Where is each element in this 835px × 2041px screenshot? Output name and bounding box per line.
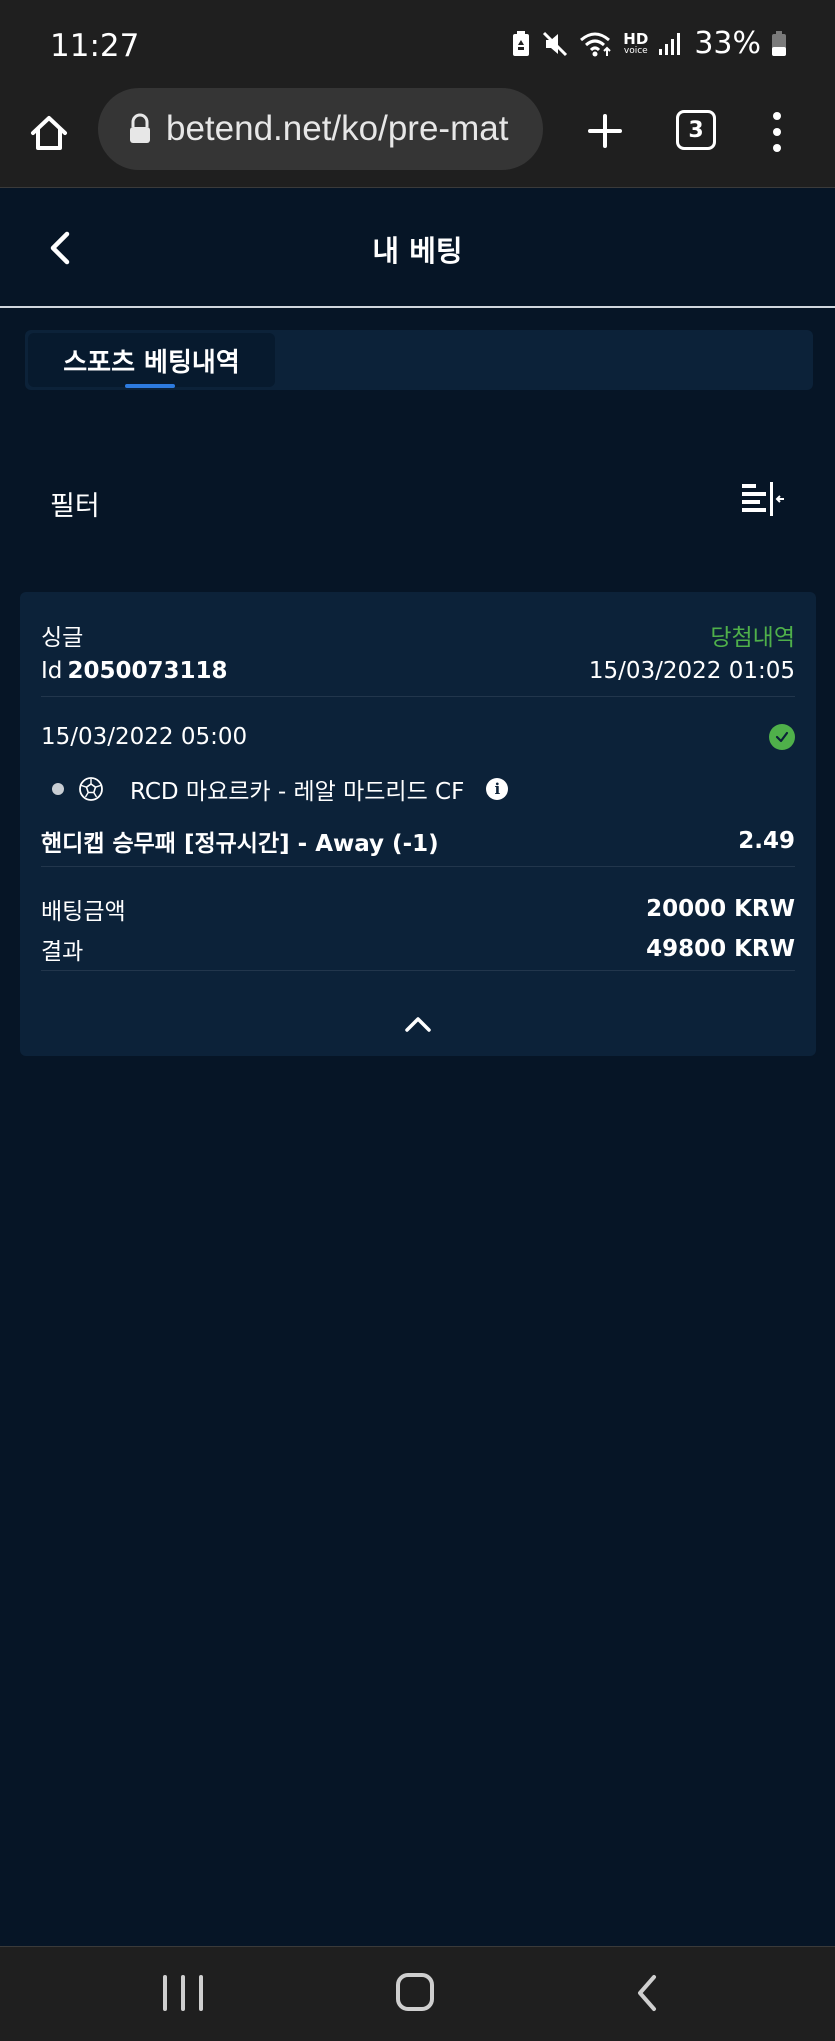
plus-icon: [588, 114, 622, 148]
filter-label: 필터: [50, 491, 100, 522]
stake-row: 배팅금액 20000 KRW: [41, 892, 795, 926]
recent-apps-icon: [163, 1975, 167, 2011]
filter-toggle-button[interactable]: [740, 480, 786, 520]
info-icon[interactable]: i: [486, 778, 509, 800]
home-icon: [31, 116, 67, 150]
chevron-left-icon: [638, 1975, 656, 2011]
lock-icon: [130, 113, 150, 143]
battery-percent: 33%: [694, 26, 761, 61]
browser-home-button[interactable]: [26, 108, 72, 158]
mute-icon: [541, 30, 569, 58]
result-label: 결과: [41, 939, 84, 965]
status-bar: 11:27 HD voice 33%: [0, 0, 835, 88]
stake-value: 20000 KRW: [646, 896, 795, 922]
recent-apps-button[interactable]: [163, 1975, 203, 2011]
bet-placed-date: 15/03/2022 01:05: [588, 658, 795, 684]
filter-collapse-icon: [742, 482, 784, 516]
app-header: 내 베팅: [0, 188, 835, 308]
battery-saver-icon: [511, 30, 531, 58]
result-row: 결과 49800 KRW: [41, 932, 795, 966]
tab-switcher-button[interactable]: 3: [676, 110, 716, 150]
tab-label: 스포츠 베팅내역: [63, 347, 240, 378]
divider: [41, 696, 795, 697]
bet-card: 싱글 당첨내역 Id 2050073118 15/03/2022 01:05 1…: [20, 592, 816, 1056]
match-name: RCD 마요르카 - 레알 마드리드 CF: [130, 779, 465, 805]
bet-id: Id 2050073118: [41, 658, 228, 684]
soccer-ball-icon: [79, 777, 103, 801]
match-row: RCD 마요르카 - 레알 마드리드 CF i: [52, 772, 509, 806]
tab-strip: 스포츠 베팅내역: [25, 330, 813, 390]
result-value: 49800 KRW: [646, 936, 795, 962]
collapse-button[interactable]: [403, 1012, 433, 1036]
url-text: betend.net/ko/pre-mat: [166, 109, 509, 148]
divider: [41, 970, 795, 971]
system-nav-bar: [0, 1946, 835, 2041]
event-date: 15/03/2022 05:00: [41, 724, 248, 750]
system-back-button[interactable]: [632, 1973, 662, 2013]
status-time: 11:27: [50, 28, 140, 64]
event-date-row: 15/03/2022 05:00: [41, 724, 795, 750]
bet-id-value: 2050073118: [67, 658, 228, 684]
page-title: 내 베팅: [372, 234, 463, 268]
system-home-button[interactable]: [396, 1973, 434, 2011]
market-row: 핸디캡 승무패 [정규시간] - Away (-1) 2.49: [41, 824, 795, 858]
new-tab-button[interactable]: [580, 106, 630, 156]
hd-label: HD: [623, 29, 649, 48]
status-icons: HD voice 33%: [511, 26, 787, 61]
filter-row: 필터: [0, 470, 835, 530]
tab-active-indicator: [125, 384, 175, 388]
wifi-icon: [579, 30, 613, 58]
browser-menu-button[interactable]: [762, 106, 792, 158]
stake-label: 배팅금액: [41, 899, 126, 925]
tab-sports-bet-history[interactable]: 스포츠 베팅내역: [28, 333, 275, 388]
more-vert-icon: [773, 112, 781, 120]
bet-header-row: 싱글 당첨내역: [41, 618, 795, 652]
bet-status: 당첨내역: [710, 625, 795, 651]
chevron-up-icon: [405, 1017, 431, 1032]
odds-value: 2.49: [738, 828, 795, 854]
check-circle-icon: [769, 724, 795, 750]
address-bar[interactable]: betend.net/ko/pre-mat: [98, 88, 543, 170]
signal-icon: [658, 31, 684, 57]
battery-icon: [771, 30, 787, 58]
bet-id-label: Id: [41, 658, 63, 684]
bet-type: 싱글: [41, 625, 84, 651]
voice-label: voice: [623, 45, 648, 56]
market-name: 핸디캡 승무패 [정규시간] - Away (-1): [41, 831, 439, 857]
bullet-icon: [52, 783, 64, 795]
divider: [41, 866, 795, 867]
hd-voice-icon: HD voice: [623, 29, 649, 56]
browser-toolbar: betend.net/ko/pre-mat 3: [0, 88, 835, 188]
bet-id-row: Id 2050073118 15/03/2022 01:05: [41, 658, 795, 684]
